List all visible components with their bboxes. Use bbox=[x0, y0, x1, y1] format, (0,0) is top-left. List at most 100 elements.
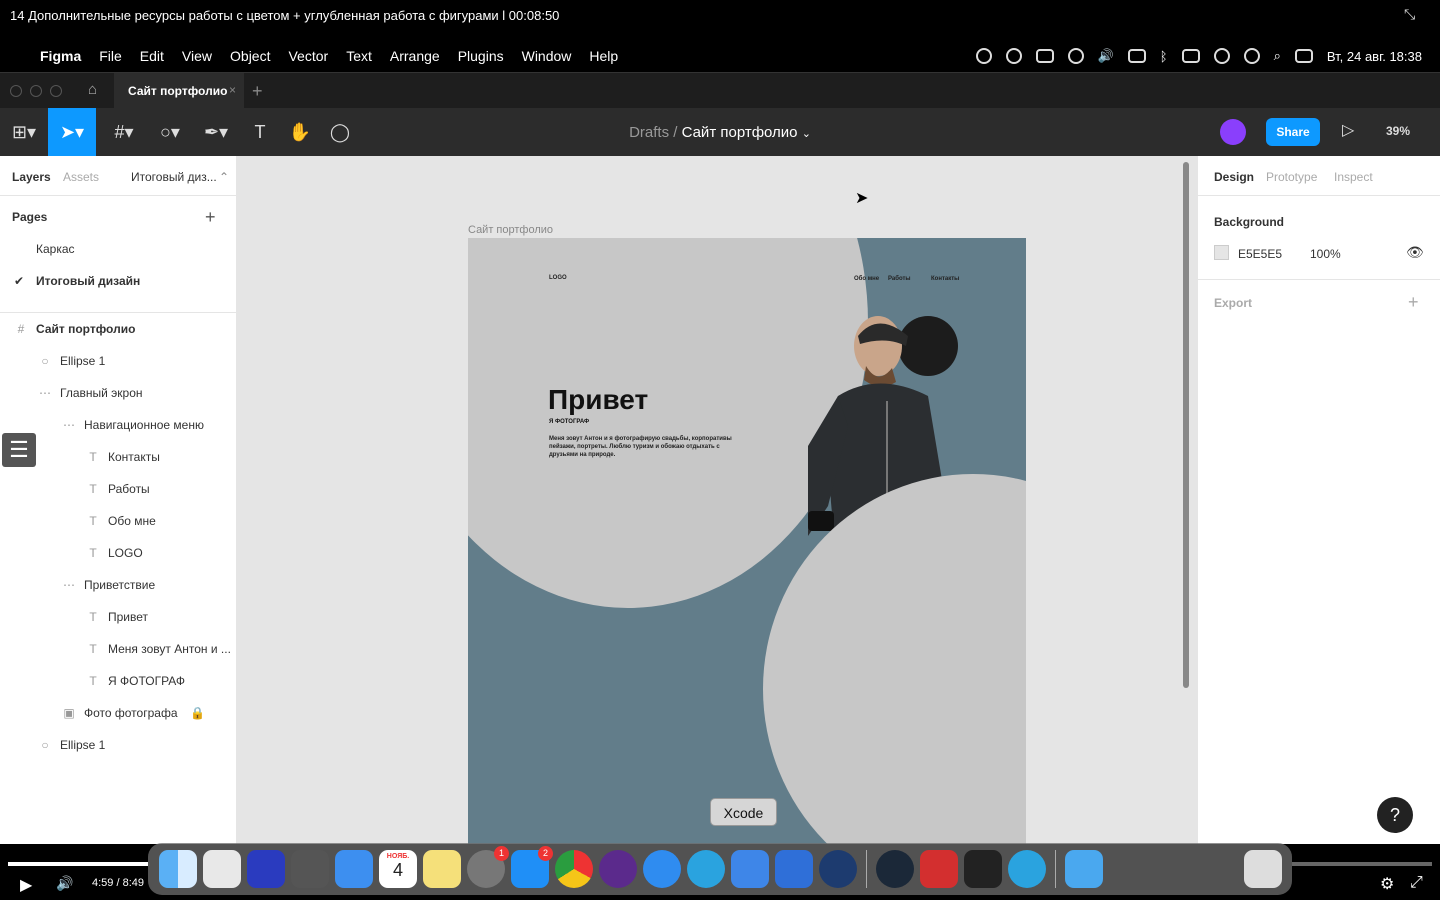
list-icon[interactable]: ☰ bbox=[2, 433, 36, 467]
layer-row[interactable]: T LOGO bbox=[0, 537, 236, 569]
menu-view[interactable]: View bbox=[182, 48, 212, 64]
launchpad-icon[interactable] bbox=[203, 850, 241, 888]
canvas[interactable]: Сайт портфолио LOGO Обо мне Работы Конта… bbox=[237, 156, 1197, 844]
chevron-up-icon[interactable]: ⌃ bbox=[219, 170, 229, 184]
bluetooth-icon[interactable]: ᛒ bbox=[1160, 49, 1168, 64]
telegram-icon-2[interactable] bbox=[1008, 850, 1046, 888]
frame-label[interactable]: Сайт портфолио bbox=[468, 224, 553, 236]
help-icon[interactable]: ? bbox=[1377, 797, 1413, 833]
layer-row[interactable]: ○ Ellipse 1 bbox=[0, 345, 236, 377]
video-settings-icon[interactable]: ⚙ bbox=[1380, 874, 1394, 894]
volume-icon[interactable]: 🔊 bbox=[1098, 48, 1114, 64]
video-volume-icon[interactable]: 🔊 bbox=[56, 875, 73, 892]
record-icon[interactable] bbox=[975, 48, 992, 64]
menu-window[interactable]: Window bbox=[522, 48, 572, 64]
quicktime-icon[interactable] bbox=[819, 850, 857, 888]
xcode-icon[interactable] bbox=[731, 850, 769, 888]
play-circle-icon[interactable] bbox=[1067, 48, 1084, 64]
nav-works[interactable]: Работы bbox=[888, 276, 911, 282]
photo-booth-icon[interactable] bbox=[920, 850, 958, 888]
exit-fullscreen-icon[interactable]: ⤡ bbox=[1404, 6, 1430, 26]
notes-app-icon[interactable] bbox=[423, 850, 461, 888]
add-export-icon[interactable]: + bbox=[1408, 292, 1419, 313]
vertical-scrollbar[interactable] bbox=[1183, 162, 1189, 688]
battery-icon[interactable] bbox=[1181, 49, 1200, 63]
chrome-window-icon-2[interactable] bbox=[1162, 859, 1182, 879]
close-tab-icon[interactable]: × bbox=[229, 83, 236, 97]
layer-row[interactable]: ○ Ellipse 1 bbox=[0, 729, 236, 761]
menu-arrange[interactable]: Arrange bbox=[390, 48, 440, 64]
safari-icon[interactable] bbox=[643, 850, 681, 888]
page-item-active[interactable]: ✔ Итоговый дизайн bbox=[0, 265, 236, 297]
layer-row[interactable]: ⋯ Приветствие bbox=[0, 569, 236, 601]
menu-edit[interactable]: Edit bbox=[140, 48, 164, 64]
tab-prototype[interactable]: Prototype bbox=[1266, 170, 1317, 184]
finder-icon[interactable] bbox=[159, 850, 197, 888]
tab-layers[interactable]: Layers bbox=[12, 170, 51, 184]
portfolio-frame[interactable]: LOGO Обо мне Работы Контакты Привет Я ФО… bbox=[468, 238, 1026, 844]
logo-text[interactable]: LOGO bbox=[549, 275, 567, 281]
menu-plugins[interactable]: Plugins bbox=[458, 48, 504, 64]
tab-design[interactable]: Design bbox=[1214, 170, 1254, 184]
creative-cloud-icon[interactable] bbox=[1005, 48, 1022, 64]
calculator-icon[interactable] bbox=[291, 850, 329, 888]
chevron-down-icon[interactable]: ⌄ bbox=[802, 128, 811, 140]
zoom-level[interactable]: 39% bbox=[1386, 124, 1410, 138]
menu-file[interactable]: File bbox=[99, 48, 122, 64]
menu-text[interactable]: Text bbox=[346, 48, 372, 64]
system-preferences-icon[interactable]: 1 bbox=[467, 846, 509, 888]
menu-help[interactable]: Help bbox=[589, 48, 618, 64]
layer-row[interactable]: ▣ Фото фотографа 🔒 bbox=[0, 697, 236, 729]
lock-icon[interactable]: 🔒 bbox=[190, 706, 205, 720]
breadcrumb-root[interactable]: Drafts bbox=[629, 124, 669, 141]
clock[interactable]: Вт, 24 авг. 18:38 bbox=[1327, 49, 1422, 64]
new-tab-icon[interactable]: + bbox=[252, 81, 263, 102]
layer-row[interactable]: T Я ФОТОГРАФ bbox=[0, 665, 236, 697]
description-text[interactable]: Меня зовут Антон и я фотографирую свадьб… bbox=[549, 435, 734, 459]
page-selector[interactable]: Итоговый диз... bbox=[131, 170, 217, 184]
layer-row[interactable]: T Обо мне bbox=[0, 505, 236, 537]
input-source-icon[interactable] bbox=[1127, 49, 1146, 63]
app-store-icon[interactable]: 2 bbox=[511, 846, 553, 888]
video-play-icon[interactable]: ▶ bbox=[20, 875, 32, 895]
layer-row[interactable]: ⋯ Главный экрон bbox=[0, 377, 236, 409]
steam-icon[interactable] bbox=[876, 850, 914, 888]
file-tab[interactable]: Сайт портфолио × bbox=[114, 73, 244, 109]
share-button[interactable]: Share bbox=[1266, 118, 1320, 146]
nav-contacts[interactable]: Контакты bbox=[931, 276, 959, 282]
control-center-icon[interactable] bbox=[1294, 49, 1313, 63]
video-fullscreen-icon[interactable]: ⤢ bbox=[1410, 874, 1423, 892]
tab-inspect[interactable]: Inspect bbox=[1334, 170, 1373, 184]
window-minimize-button[interactable] bbox=[30, 85, 42, 97]
page-item[interactable]: Каркас bbox=[0, 233, 236, 265]
telegram-icon[interactable] bbox=[687, 850, 725, 888]
figma-icon[interactable] bbox=[964, 850, 1002, 888]
menu-object[interactable]: Object bbox=[230, 48, 270, 64]
background-hex[interactable]: E5E5E5 bbox=[1238, 247, 1282, 261]
nav-about[interactable]: Обо мне bbox=[854, 276, 879, 282]
chrome-icon[interactable] bbox=[555, 850, 593, 888]
background-opacity[interactable]: 100% bbox=[1310, 247, 1341, 261]
window-close-button[interactable] bbox=[10, 85, 22, 97]
background-swatch[interactable] bbox=[1214, 245, 1229, 260]
layer-row[interactable]: T Привет bbox=[0, 601, 236, 633]
menu-vector[interactable]: Vector bbox=[288, 48, 328, 64]
mail-icon[interactable] bbox=[335, 850, 373, 888]
avatar[interactable] bbox=[1220, 119, 1246, 145]
notes-icon[interactable] bbox=[1035, 49, 1054, 63]
window-zoom-button[interactable] bbox=[50, 85, 62, 97]
finder-window-icon[interactable] bbox=[1206, 859, 1226, 879]
layer-row[interactable]: T Меня зовут Антон и ... bbox=[0, 633, 236, 665]
downloads-folder-icon[interactable] bbox=[1065, 850, 1103, 888]
present-icon[interactable]: ▷ bbox=[1342, 120, 1354, 140]
tab-assets[interactable]: Assets bbox=[63, 170, 99, 184]
breadcrumb-file[interactable]: Сайт портфолио bbox=[682, 124, 798, 141]
layer-row[interactable]: T Работы bbox=[0, 473, 236, 505]
user-icon[interactable] bbox=[1243, 48, 1260, 64]
add-page-icon[interactable]: + bbox=[205, 207, 216, 228]
spotlight-icon[interactable]: ⌕ bbox=[1274, 48, 1281, 64]
video-progress-track[interactable] bbox=[1292, 862, 1432, 866]
hello-heading[interactable]: Привет bbox=[548, 384, 648, 416]
home-icon[interactable]: ⌂ bbox=[88, 81, 104, 99]
calendar-icon[interactable]: НОЯБ. 4 bbox=[379, 850, 417, 888]
